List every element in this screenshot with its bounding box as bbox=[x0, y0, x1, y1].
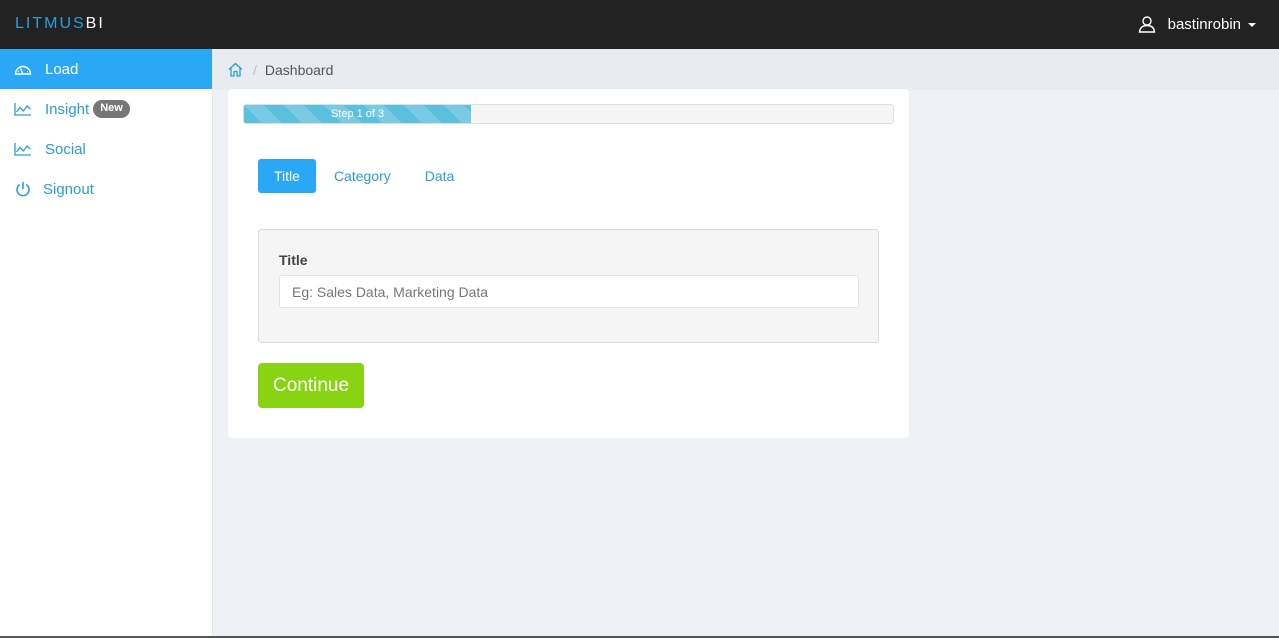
wizard-tabs: Title Category Data bbox=[258, 159, 472, 193]
title-input[interactable] bbox=[279, 275, 859, 308]
step-progress: Step 1 of 3 bbox=[243, 104, 894, 124]
new-badge: New bbox=[93, 100, 130, 118]
user-name: bastinrobin bbox=[1167, 15, 1241, 33]
top-navbar: LITMUSBI bastinrobin bbox=[0, 0, 1279, 49]
user-icon bbox=[1138, 15, 1156, 33]
title-label: Title bbox=[279, 252, 308, 268]
breadcrumb-separator: / bbox=[253, 61, 257, 78]
sidebar-item-social[interactable]: Social bbox=[0, 129, 212, 169]
brand-part1: LITMUS bbox=[15, 15, 86, 32]
chart-line-icon bbox=[14, 140, 32, 158]
sidebar-item-label: Insight bbox=[45, 100, 90, 118]
breadcrumb: / Dashboard bbox=[214, 49, 1279, 90]
breadcrumb-current: Dashboard bbox=[264, 61, 334, 78]
tab-data[interactable]: Data bbox=[409, 159, 471, 193]
sidebar-item-label: Social bbox=[45, 140, 86, 158]
sidebar-item-load[interactable]: Load bbox=[0, 49, 212, 89]
progress-bar: Step 1 of 3 bbox=[244, 105, 472, 123]
sidebar-item-insight[interactable]: Insight New bbox=[0, 89, 212, 129]
brand-part2: BI bbox=[85, 15, 105, 32]
brand-logo[interactable]: LITMUSBI bbox=[15, 15, 105, 33]
tab-category[interactable]: Category bbox=[318, 159, 407, 193]
sidebar-item-label: Load bbox=[45, 60, 79, 78]
dashboard-icon bbox=[14, 60, 32, 78]
home-icon[interactable] bbox=[228, 62, 243, 77]
wizard-card: Step 1 of 3 Title Category Data Title Co… bbox=[228, 89, 909, 438]
user-menu[interactable]: bastinrobin bbox=[1138, 13, 1256, 35]
power-icon bbox=[14, 180, 32, 198]
sidebar-item-signout[interactable]: Signout bbox=[0, 169, 212, 209]
tab-title[interactable]: Title bbox=[258, 159, 316, 193]
sidebar-item-label: Signout bbox=[43, 180, 94, 198]
chart-line-icon bbox=[14, 100, 32, 118]
title-form-panel: Title bbox=[258, 229, 879, 343]
sidebar: Load Insight New Social Signout bbox=[0, 49, 213, 638]
caret-down-icon bbox=[1248, 23, 1256, 27]
continue-button[interactable]: Continue bbox=[258, 363, 364, 408]
